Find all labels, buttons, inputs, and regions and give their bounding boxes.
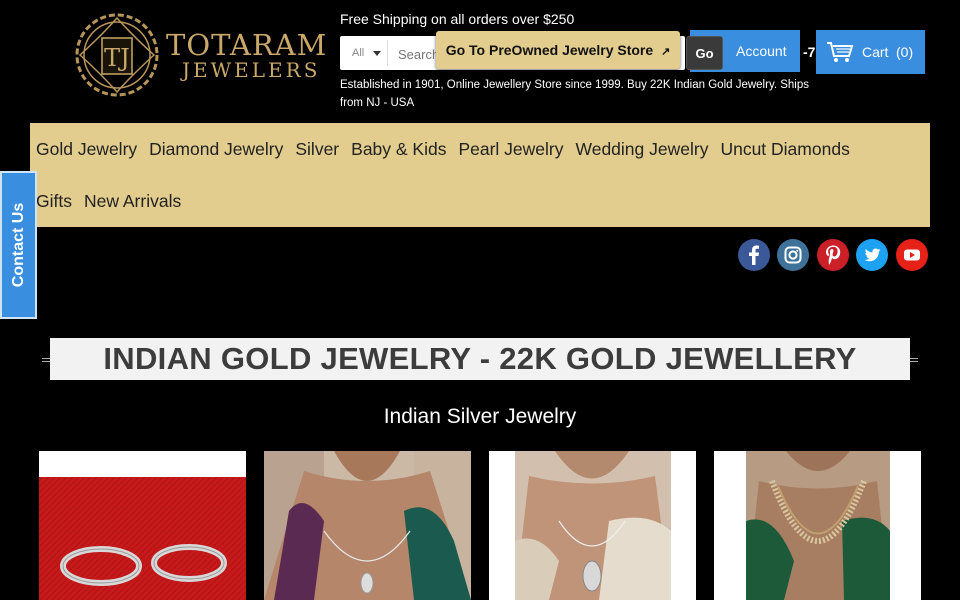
- nav-item-silver[interactable]: Silver: [295, 139, 339, 160]
- contact-us-tab[interactable]: Contact Us: [0, 171, 37, 319]
- product-card[interactable]: [714, 451, 921, 600]
- cart-icon: [827, 42, 854, 62]
- nav-item-wedding-jewelry[interactable]: Wedding Jewelry: [576, 139, 709, 160]
- section-subtitle: Indian Silver Jewelry: [383, 405, 577, 428]
- nav-item-gold-jewelry[interactable]: Gold Jewelry: [36, 139, 137, 160]
- brand-tagline: JEWELERS: [182, 58, 321, 82]
- preowned-store-button[interactable]: Go To PreOwned Jewelry Store ↗: [436, 31, 680, 69]
- nav-row: Gold Jewelry Diamond Jewelry Silver Baby…: [36, 139, 850, 160]
- established-info: Established in 1901, Online Jewellery St…: [340, 79, 809, 109]
- product-image: [714, 451, 921, 600]
- cart-count: (0): [896, 44, 914, 60]
- product-image: [39, 451, 246, 600]
- product-image: [489, 451, 696, 600]
- brand-logo[interactable]: TJ TOTARAM JEWELERS: [72, 10, 326, 100]
- nav-item-pearl-jewelry[interactable]: Pearl Jewelry: [458, 139, 563, 160]
- external-link-icon: ↗: [661, 46, 671, 58]
- product-card[interactable]: [489, 451, 696, 600]
- product-card[interactable]: [39, 451, 246, 600]
- chevron-down-icon: [373, 51, 381, 56]
- phone-number-fragment: -7: [803, 44, 816, 60]
- youtube-icon[interactable]: [896, 239, 928, 271]
- product-card[interactable]: [264, 451, 471, 600]
- nav-item-new-arrivals[interactable]: New Arrivals: [84, 191, 181, 212]
- main-nav: Gold Jewelry Diamond Jewelry Silver Baby…: [30, 123, 930, 227]
- category-select[interactable]: All: [342, 40, 388, 66]
- nav-row: Gifts New Arrivals: [36, 191, 181, 212]
- nav-item-diamond-jewelry[interactable]: Diamond Jewelry: [149, 139, 283, 160]
- cart-label: Cart: [862, 44, 889, 60]
- nav-item-baby-kids[interactable]: Baby & Kids: [351, 139, 446, 160]
- pinterest-icon[interactable]: [817, 239, 849, 271]
- logo-emblem-icon: TJ: [75, 13, 159, 97]
- search-go-button[interactable]: Go: [686, 36, 723, 70]
- twitter-icon[interactable]: [856, 239, 888, 271]
- account-label: Account: [736, 43, 787, 59]
- preowned-store-label: Go To PreOwned Jewelry Store: [445, 42, 654, 58]
- category-select-value: All: [352, 47, 365, 59]
- contact-us-label: Contact Us: [9, 202, 27, 288]
- product-image: [264, 451, 471, 600]
- shipping-banner: Free Shipping on all orders over $250: [340, 11, 575, 27]
- brand-name: TOTARAM: [166, 28, 328, 62]
- nav-item-uncut-diamonds[interactable]: Uncut Diamonds: [720, 139, 849, 160]
- logo-monogram: TJ: [104, 44, 130, 72]
- instagram-icon[interactable]: [777, 239, 809, 271]
- facebook-icon[interactable]: [738, 239, 770, 271]
- cart-button[interactable]: Cart (0): [816, 30, 925, 74]
- page-title: INDIAN GOLD JEWELRY - 22K GOLD JEWELLERY: [50, 338, 910, 380]
- nav-item-gifts[interactable]: Gifts: [36, 191, 72, 212]
